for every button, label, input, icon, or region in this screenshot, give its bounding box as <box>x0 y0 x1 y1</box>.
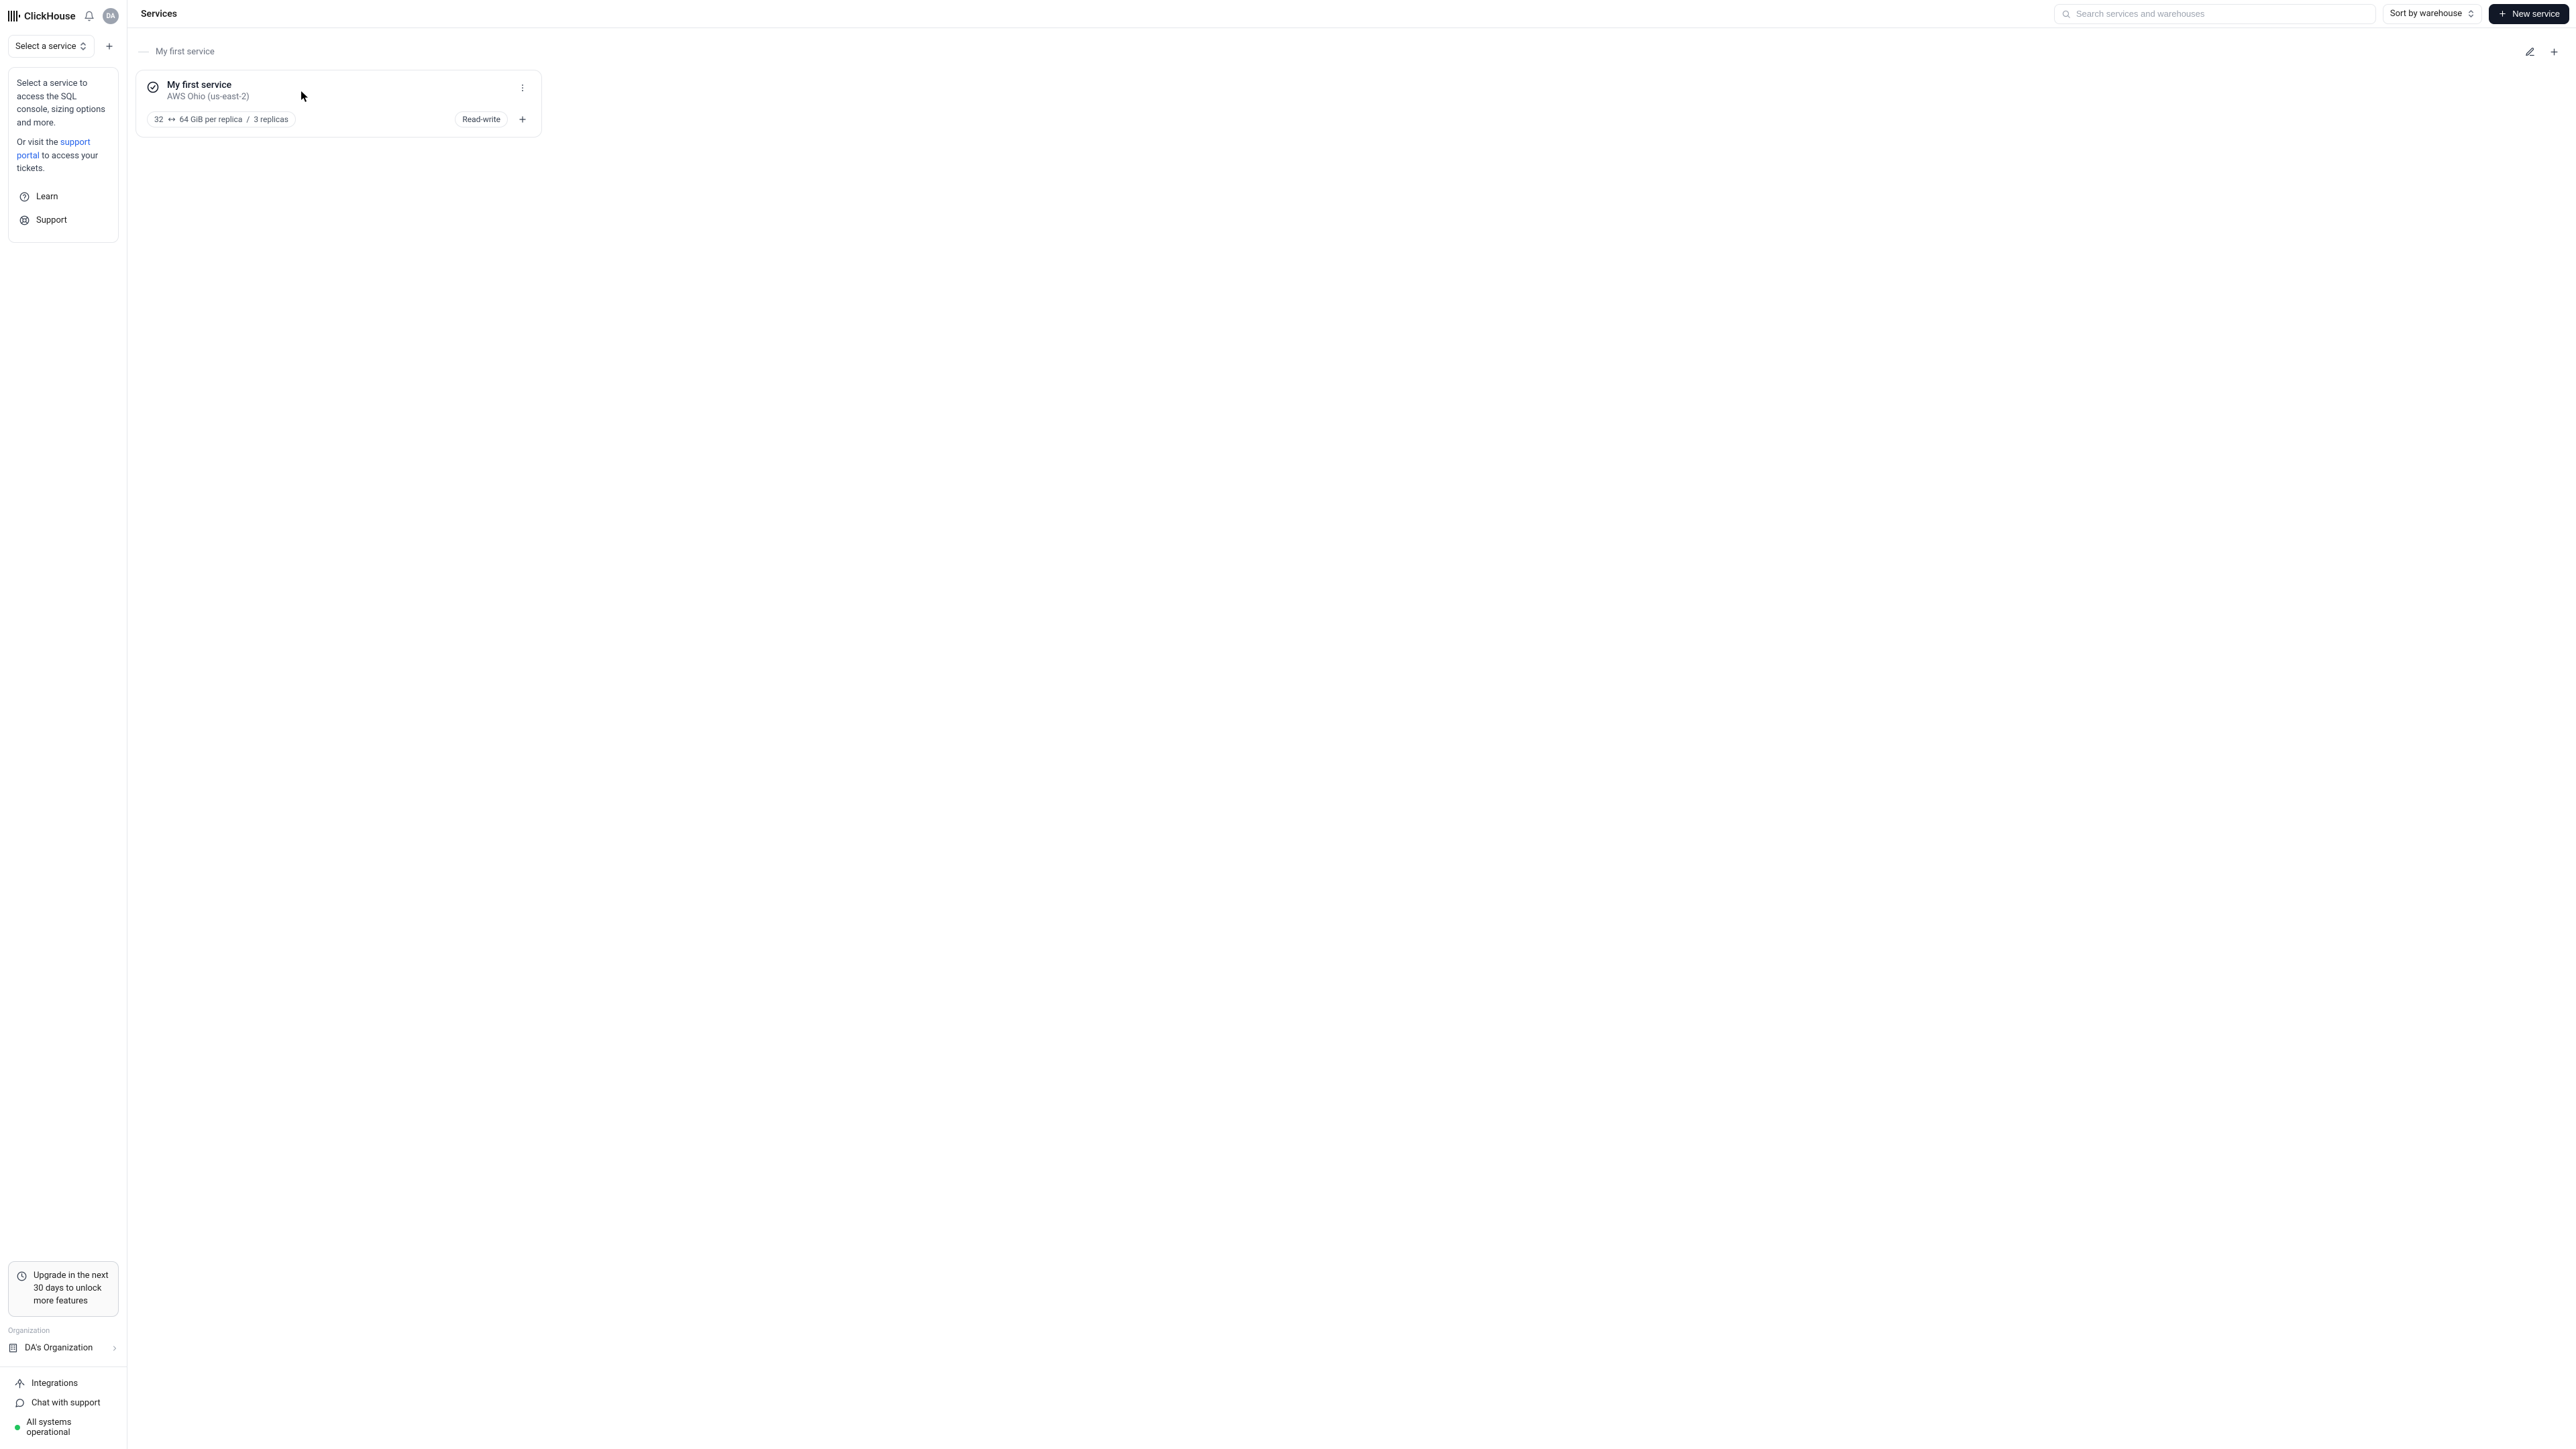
size-max: 64 GiB per replica <box>180 115 243 124</box>
info-text-1: Select a service to access the SQL conso… <box>17 77 110 129</box>
user-avatar[interactable]: DA <box>103 8 119 24</box>
service-add-button[interactable] <box>515 111 531 127</box>
integrations-link[interactable]: Integrations <box>0 1374 127 1393</box>
brand-logo[interactable]: ClickHouse <box>8 10 76 22</box>
chevron-up-down-icon <box>2467 9 2475 18</box>
service-menu-button[interactable] <box>515 80 531 96</box>
notifications-button[interactable] <box>81 8 97 24</box>
status-ok-icon <box>147 81 159 93</box>
chat-icon <box>15 1398 25 1408</box>
plus-icon <box>518 115 527 124</box>
chevron-right-icon <box>111 1344 119 1352</box>
new-service-label: New service <box>2512 9 2560 19</box>
lifebuoy-icon <box>19 215 30 225</box>
main: Services Sort by warehouse New service <box>127 0 2576 1449</box>
sidebar-bottom: Integrations Chat with support All syste… <box>0 1371 127 1449</box>
integrations-label: Integrations <box>32 1379 78 1389</box>
add-to-group-button[interactable] <box>2545 43 2563 60</box>
search-icon <box>2061 9 2071 19</box>
sidebar-divider <box>0 1366 127 1367</box>
status-link[interactable]: All systems operational <box>0 1413 127 1442</box>
clock-icon <box>17 1270 27 1281</box>
bell-icon <box>84 11 95 21</box>
organization-row[interactable]: DA's Organization <box>0 1338 127 1358</box>
content: My first service <box>127 28 2576 1449</box>
service-group: My first service <box>136 40 2568 138</box>
service-select-row: Select a service <box>0 30 127 63</box>
service-size-pill[interactable]: 32 64 GiB per replica / 3 replicas <box>147 111 296 127</box>
status-dot-icon <box>15 1425 20 1430</box>
plus-icon <box>105 42 114 51</box>
upgrade-text: Upgrade in the next 30 days to unlock mo… <box>34 1270 110 1308</box>
size-sep: / <box>246 115 250 124</box>
clickhouse-logo-icon <box>8 11 20 21</box>
topbar: Services Sort by warehouse New service <box>127 0 2576 28</box>
service-mode-pill[interactable]: Read-write <box>455 111 508 127</box>
brand-name: ClickHouse <box>24 10 76 22</box>
building-icon <box>8 1343 18 1353</box>
learn-link[interactable]: Learn <box>17 185 110 209</box>
size-min: 32 <box>154 115 164 124</box>
org-name: DA's Organization <box>25 1343 93 1353</box>
plus-icon <box>2549 47 2559 57</box>
info-text-2: Or visit the support portal to access yo… <box>17 136 110 176</box>
service-select-label: Select a service <box>15 42 76 52</box>
group-title: My first service <box>156 47 215 57</box>
search-input[interactable] <box>2076 9 2369 19</box>
sidebar-header: ClickHouse DA <box>0 0 127 30</box>
upgrade-card[interactable]: Upgrade in the next 30 days to unlock mo… <box>8 1261 119 1317</box>
info-card: Select a service to access the SQL conso… <box>8 67 119 243</box>
group-header: My first service <box>136 40 2568 70</box>
service-name: My first service <box>167 80 250 91</box>
question-circle-icon <box>19 192 30 202</box>
dots-vertical-icon <box>518 83 527 93</box>
search-box[interactable] <box>2054 4 2376 24</box>
page-title: Services <box>141 9 177 19</box>
service-card[interactable]: My first service AWS Ohio (us-east-2) 32 <box>136 70 542 138</box>
status-label: All systems operational <box>27 1417 112 1438</box>
service-info: My first service AWS Ohio (us-east-2) <box>167 80 250 102</box>
replicas: 3 replicas <box>254 115 288 124</box>
arrows-horizontal-icon <box>168 116 176 123</box>
integrations-icon <box>15 1379 25 1389</box>
service-select[interactable]: Select a service <box>8 35 95 58</box>
support-link[interactable]: Support <box>17 209 110 233</box>
edit-group-button[interactable] <box>2521 43 2538 60</box>
org-section-label: Organization <box>0 1322 127 1338</box>
info-text-2a: Or visit the <box>17 138 60 148</box>
sort-select[interactable]: Sort by warehouse <box>2383 4 2482 24</box>
service-location: AWS Ohio (us-east-2) <box>167 92 250 102</box>
chat-support-link[interactable]: Chat with support <box>0 1393 127 1413</box>
sort-label: Sort by warehouse <box>2390 9 2462 19</box>
new-service-button[interactable]: New service <box>2489 4 2569 24</box>
learn-label: Learn <box>36 191 58 204</box>
sidebar: ClickHouse DA Select a service <box>0 0 127 1449</box>
chevron-up-down-icon <box>79 42 87 51</box>
support-label: Support <box>36 214 67 227</box>
add-service-sidebar-button[interactable] <box>100 37 119 56</box>
chat-label: Chat with support <box>32 1398 101 1408</box>
plus-icon <box>2498 9 2507 18</box>
pencil-icon <box>2525 47 2535 57</box>
